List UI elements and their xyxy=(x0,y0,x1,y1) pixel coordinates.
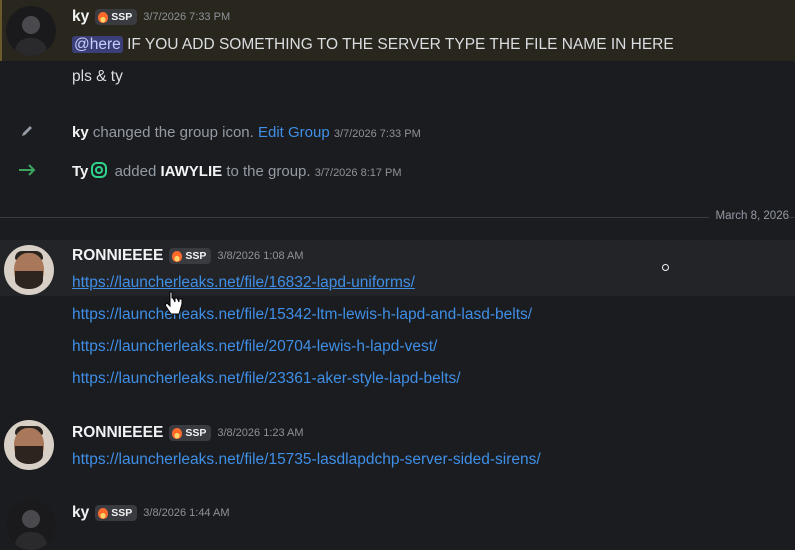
server-tag[interactable]: SSP xyxy=(169,425,212,441)
fire-icon xyxy=(98,11,109,23)
mention-highlight-bar xyxy=(0,0,2,61)
username-ronnieeee[interactable]: RONNIEEEE xyxy=(72,247,163,265)
message-text-2: pls & ty xyxy=(72,68,123,85)
date-divider-label: March 8, 2026 xyxy=(709,210,789,222)
message-link[interactable]: https://launcherleaks.net/file/20704-lew… xyxy=(72,338,437,356)
fire-icon xyxy=(172,250,183,262)
message-header: RONNIEEEE SSP 3/8/2026 1:23 AM xyxy=(72,424,304,442)
ring-indicator xyxy=(662,264,669,271)
username-ky[interactable]: ky xyxy=(72,504,89,522)
user-decoration-icon xyxy=(91,162,108,178)
here-mention[interactable]: @here xyxy=(72,36,123,53)
fire-icon xyxy=(172,427,183,439)
avatar-ronnieeee[interactable] xyxy=(4,420,54,470)
username-ronnieeee[interactable]: RONNIEEEE xyxy=(72,424,163,442)
added-user[interactable]: IAWYLIE xyxy=(160,163,222,180)
join-arrow-icon xyxy=(19,164,36,176)
timestamp: 3/8/2026 1:44 AM xyxy=(143,507,230,519)
avatar-ky[interactable] xyxy=(6,6,56,56)
fire-icon xyxy=(98,507,109,519)
timestamp: 3/8/2026 1:08 AM xyxy=(217,250,304,262)
server-tag[interactable]: SSP xyxy=(95,505,138,521)
server-tag[interactable]: SSP xyxy=(95,9,138,25)
message-header: ky SSP 3/7/2026 7:33 PM xyxy=(72,8,230,26)
date-divider xyxy=(0,217,795,218)
message-header: RONNIEEEE SSP 3/8/2026 1:08 AM xyxy=(72,247,304,265)
message-header: ky SSP 3/8/2026 1:44 AM xyxy=(72,504,230,522)
message-link[interactable]: https://launcherleaks.net/file/15342-ltm… xyxy=(72,306,532,324)
mouse-cursor-icon xyxy=(164,291,183,315)
system-actor[interactable]: ky xyxy=(72,124,89,141)
username-ky[interactable]: ky xyxy=(72,8,89,26)
server-tag[interactable]: SSP xyxy=(169,248,212,264)
pencil-icon xyxy=(22,126,32,136)
edit-group-link[interactable]: Edit Group xyxy=(258,124,330,141)
avatar-ky[interactable] xyxy=(6,500,56,550)
system-message-icon-change: ky changed the group icon. Edit Group 3/… xyxy=(72,124,421,141)
timestamp: 3/7/2026 8:17 PM xyxy=(314,167,402,179)
system-actor[interactable]: Ty xyxy=(72,163,88,180)
timestamp: 3/7/2026 7:33 PM xyxy=(143,11,231,23)
avatar-ronnieeee[interactable] xyxy=(4,245,54,295)
message-link[interactable]: https://launcherleaks.net/file/23361-ake… xyxy=(72,370,461,388)
timestamp: 3/8/2026 1:23 AM xyxy=(217,427,304,439)
message-link[interactable]: https://launcherleaks.net/file/15735-las… xyxy=(72,451,541,469)
message-link[interactable]: https://launcherleaks.net/file/16832-lap… xyxy=(72,274,415,292)
system-message-member-added: Ty added IAWYLIE to the group. 3/7/2026 … xyxy=(72,162,402,180)
timestamp: 3/7/2026 7:33 PM xyxy=(333,128,421,140)
message-text: @here IF YOU ADD SOMETHING TO THE SERVER… xyxy=(72,36,674,53)
